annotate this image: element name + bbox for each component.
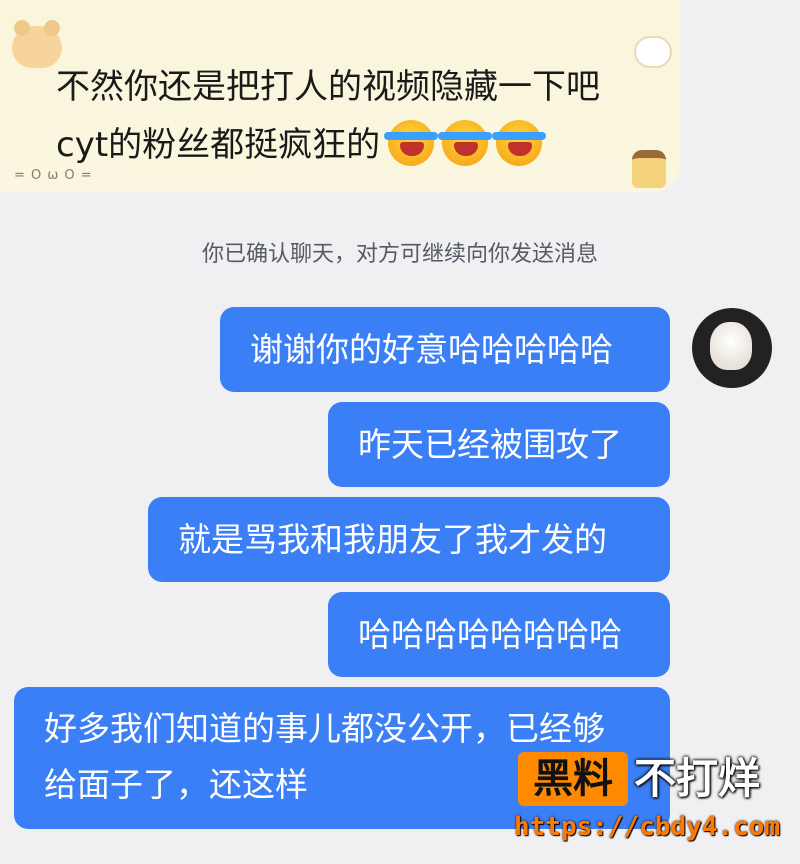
avatar[interactable] bbox=[692, 308, 772, 388]
bear-sticker-icon bbox=[12, 20, 62, 68]
outgoing-message-bubble[interactable]: 昨天已经被围攻了 bbox=[328, 402, 670, 487]
watermark-logo-text: 不打烊 bbox=[634, 754, 761, 803]
incoming-line-1: 不然你还是把打人的视频隐藏一下吧 bbox=[56, 67, 600, 107]
incoming-message-text: 不然你还是把打人的视频隐藏一下吧 cyt的粉丝都挺疯狂的 bbox=[56, 58, 646, 174]
tears-of-joy-icon bbox=[438, 120, 493, 166]
message-text: 昨天已经被围攻了 bbox=[358, 425, 622, 464]
outgoing-message-bubble[interactable]: 谢谢你的好意哈哈哈哈哈 bbox=[220, 307, 670, 392]
incoming-message-bubble[interactable]: = O ω O = 不然你还是把打人的视频隐藏一下吧 cyt的粉丝都挺疯狂的 bbox=[0, 0, 680, 192]
incoming-line-2-text: cyt的粉丝都挺疯狂的 bbox=[56, 125, 381, 165]
message-text: 谢谢你的好意哈哈哈哈哈 bbox=[250, 330, 613, 369]
message-text: 哈哈哈哈哈哈哈哈 bbox=[358, 615, 622, 654]
watermark: 黑料 不打烊 https://cbdy4.com bbox=[510, 750, 790, 850]
outgoing-message-bubble[interactable]: 就是骂我和我朋友了我才发的 bbox=[148, 497, 670, 582]
system-notice: 你已确认聊天，对方可继续向你发送消息 bbox=[201, 242, 598, 267]
tears-of-joy-icon bbox=[492, 120, 547, 166]
incoming-line-2: cyt的粉丝都挺疯狂的 bbox=[56, 116, 646, 174]
outgoing-message-bubble[interactable]: 哈哈哈哈哈哈哈哈 bbox=[328, 592, 670, 677]
message-text-line-1: 好多我们知道的事儿都没公开，已经够 bbox=[44, 709, 605, 748]
watermark-url: https://cbdy4.com bbox=[514, 812, 781, 842]
watermark-logo-box: 黑料 bbox=[518, 752, 628, 806]
message-text: 就是骂我和我朋友了我才发的 bbox=[178, 520, 607, 559]
tears-of-joy-icon bbox=[384, 120, 439, 166]
